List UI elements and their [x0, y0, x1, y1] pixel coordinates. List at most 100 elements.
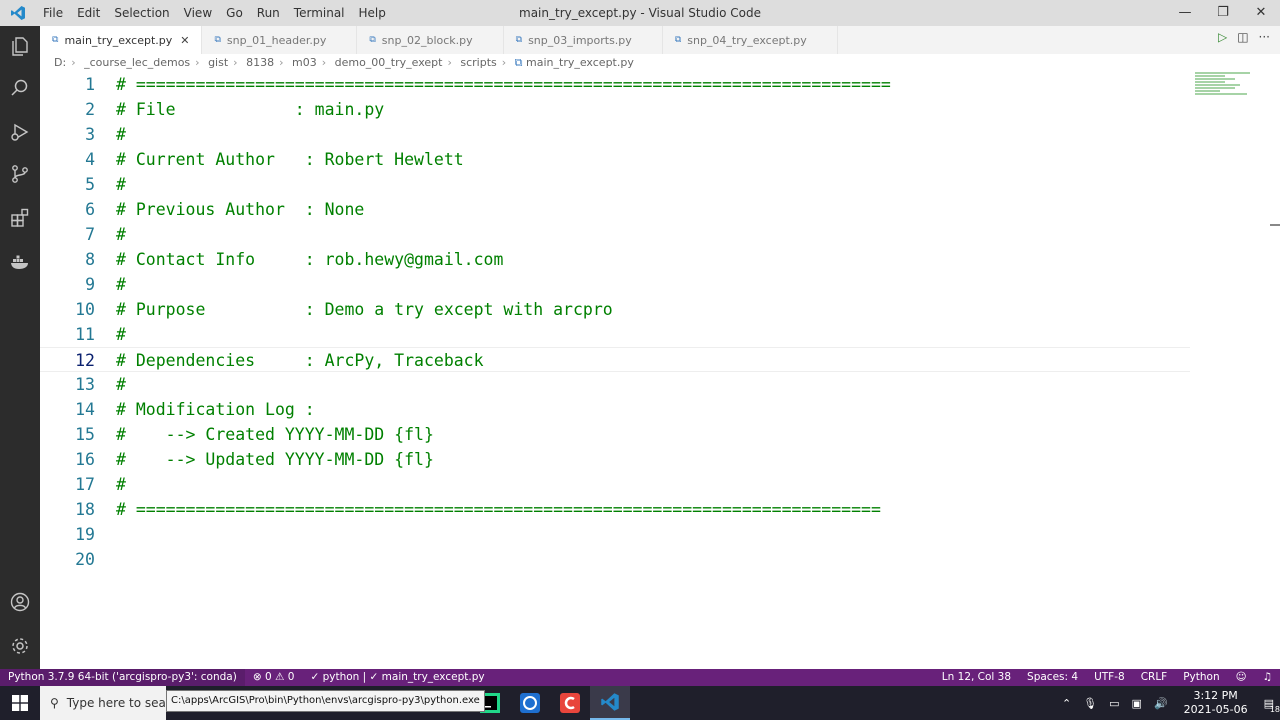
feedback-icon[interactable]: ☺ [1228, 669, 1255, 686]
explorer-icon[interactable] [0, 26, 40, 66]
vscode-taskbar-icon[interactable] [590, 686, 630, 720]
tab-main-try-except[interactable]: ⧉ main_try_except.py ✕ [40, 26, 203, 54]
notifications-bell-icon[interactable]: ♫ [1255, 669, 1280, 686]
run-file-icon[interactable]: ▷ [1218, 30, 1227, 44]
code-text: # ======================================… [116, 75, 891, 94]
python-check-status[interactable]: ✓ python | ✓ main_try_except.py [302, 669, 492, 686]
breadcrumb-item[interactable]: 8138 [246, 56, 274, 69]
code-line[interactable]: 6 # Previous Author : None [40, 197, 1190, 222]
line-number: 3 [85, 125, 95, 144]
indentation-setting[interactable]: Spaces: 4 [1019, 669, 1086, 686]
close-window-button[interactable]: ✕ [1242, 0, 1280, 26]
code-line[interactable]: 16 # --> Updated YYYY-MM-DD {fl} [40, 447, 1190, 472]
current-code-line[interactable]: 12 # Dependencies : ArcPy, Traceback [40, 347, 1190, 372]
code-line[interactable]: 19 [40, 522, 1190, 547]
breadcrumb-item[interactable]: _course_lec_demos [84, 56, 190, 69]
tab-snp-04-try-except[interactable]: ⧉ snp_04_try_except.py [663, 26, 838, 54]
breadcrumb-item[interactable]: demo_00_try_exept [335, 56, 443, 69]
breadcrumb-item[interactable]: scripts [460, 56, 496, 69]
code-line[interactable]: 14 # Modification Log : [40, 397, 1190, 422]
restore-button[interactable]: ❐ [1204, 0, 1242, 26]
code-text: # [116, 275, 126, 294]
code-text: # --> Updated YYYY-MM-DD {fl} [116, 450, 434, 469]
extensions-icon[interactable] [0, 198, 40, 238]
code-line[interactable]: 7 # [40, 222, 1190, 247]
code-text: # Dependencies : ArcPy, Traceback [116, 351, 484, 370]
line-number: 6 [85, 200, 95, 219]
docker-icon[interactable] [0, 242, 40, 282]
tab-snp-03-imports[interactable]: ⧉ snp_03_imports.py [504, 26, 663, 54]
tab-snp-02-block[interactable]: ⧉ snp_02_block.py [357, 26, 504, 54]
title-bar: File Edit Selection View Go Run Terminal… [0, 0, 1280, 26]
code-text: # [116, 375, 126, 394]
python-file-icon: ⧉ [369, 35, 376, 45]
breadcrumb-item[interactable]: m03 [292, 56, 317, 69]
python-file-icon: ⧉ [674, 35, 682, 45]
encoding-setting[interactable]: UTF-8 [1086, 669, 1133, 686]
settings-gear-icon[interactable] [0, 626, 40, 666]
code-line[interactable]: 13 # [40, 372, 1190, 397]
menu-view[interactable]: View [177, 0, 219, 26]
run-debug-icon[interactable] [0, 112, 40, 152]
notification-center-icon[interactable]: ▤ 18 [1264, 697, 1280, 714]
window-controls: — ❐ ✕ [1166, 0, 1280, 26]
code-editor[interactable]: 1 # =====================================… [40, 72, 1270, 669]
chevron-up-icon[interactable]: ⌃ [1062, 697, 1071, 710]
python-file-icon: ⧉ [214, 35, 221, 45]
code-line[interactable]: 10 # Purpose : Demo a try except with arc… [40, 297, 1190, 322]
language-mode[interactable]: Python [1175, 669, 1227, 686]
search-icon[interactable] [0, 68, 40, 108]
code-text: # [116, 175, 126, 194]
code-line[interactable]: 8 # Contact Info : rob.hewy@gmail.com [40, 247, 1190, 272]
code-text: # ======================================… [116, 500, 881, 519]
code-line[interactable]: 1 # =====================================… [40, 72, 1190, 97]
line-ending-setting[interactable]: CRLF [1133, 669, 1176, 686]
browser-app-icon[interactable] [510, 686, 550, 720]
code-line[interactable]: 2 # File : main.py [40, 97, 1190, 122]
windows-start-icon[interactable] [0, 686, 40, 720]
network-icon[interactable]: ▣ [1132, 697, 1142, 710]
line-number: 14 [75, 400, 95, 419]
code-line[interactable]: 5 # [40, 172, 1190, 197]
code-line[interactable]: 15 # --> Created YYYY-MM-DD {fl} [40, 422, 1190, 447]
taskbar-clock[interactable]: 3:12 PM 2021-05-06 [1184, 689, 1248, 717]
more-actions-icon[interactable]: ··· [1259, 30, 1270, 44]
code-line[interactable]: 18 # ====================================… [40, 497, 1190, 522]
accounts-icon[interactable] [0, 582, 40, 622]
taskbar-search-input[interactable]: ⚲ Type here to search [40, 686, 166, 720]
tab-snp-01-header[interactable]: ⧉ snp_01_header.py [202, 26, 358, 54]
cursor-position[interactable]: Ln 12, Col 38 [934, 669, 1019, 686]
problems-indicator[interactable]: ⊗ 0 ⚠ 0 [245, 669, 303, 686]
code-line[interactable]: 17 # [40, 472, 1190, 497]
code-line[interactable]: 20 [40, 547, 1190, 572]
line-number: 1 [85, 75, 95, 94]
battery-icon[interactable]: ▭ [1109, 697, 1119, 710]
source-control-icon[interactable] [0, 154, 40, 194]
menu-terminal[interactable]: Terminal [287, 0, 352, 26]
breadcrumb-item[interactable]: main_try_except.py [526, 56, 634, 69]
code-line[interactable]: 9 # [40, 272, 1190, 297]
clock-time: 3:12 PM [1193, 689, 1238, 702]
split-editor-icon[interactable]: ◫ [1237, 30, 1248, 44]
line-number: 2 [85, 100, 95, 119]
close-tab-icon[interactable]: ✕ [180, 34, 189, 47]
breadcrumb-item[interactable]: D: [54, 56, 66, 69]
menu-selection[interactable]: Selection [107, 0, 176, 26]
minimize-button[interactable]: — [1166, 0, 1204, 26]
microphone-icon[interactable]: 🎙 [1083, 697, 1097, 710]
menu-run[interactable]: Run [250, 0, 287, 26]
camtasia-app-icon[interactable] [550, 686, 590, 720]
tab-label: snp_03_imports.py [528, 33, 632, 47]
minimap[interactable] [1195, 72, 1250, 98]
breadcrumb-python-icon: ⧉ [514, 56, 523, 69]
menu-file[interactable]: File [36, 0, 70, 26]
code-line[interactable]: 11 # [40, 322, 1190, 347]
menu-edit[interactable]: Edit [70, 0, 107, 26]
python-interpreter-selector[interactable]: Python 3.7.9 64-bit ('arcgispro-py3': co… [0, 669, 245, 686]
volume-icon[interactable]: 🔊 [1154, 697, 1168, 710]
code-line[interactable]: 4 # Current Author : Robert Hewlett [40, 147, 1190, 172]
menu-help[interactable]: Help [352, 0, 393, 26]
code-line[interactable]: 3 # [40, 122, 1190, 147]
menu-go[interactable]: Go [219, 0, 250, 26]
breadcrumb-item[interactable]: gist [208, 56, 228, 69]
